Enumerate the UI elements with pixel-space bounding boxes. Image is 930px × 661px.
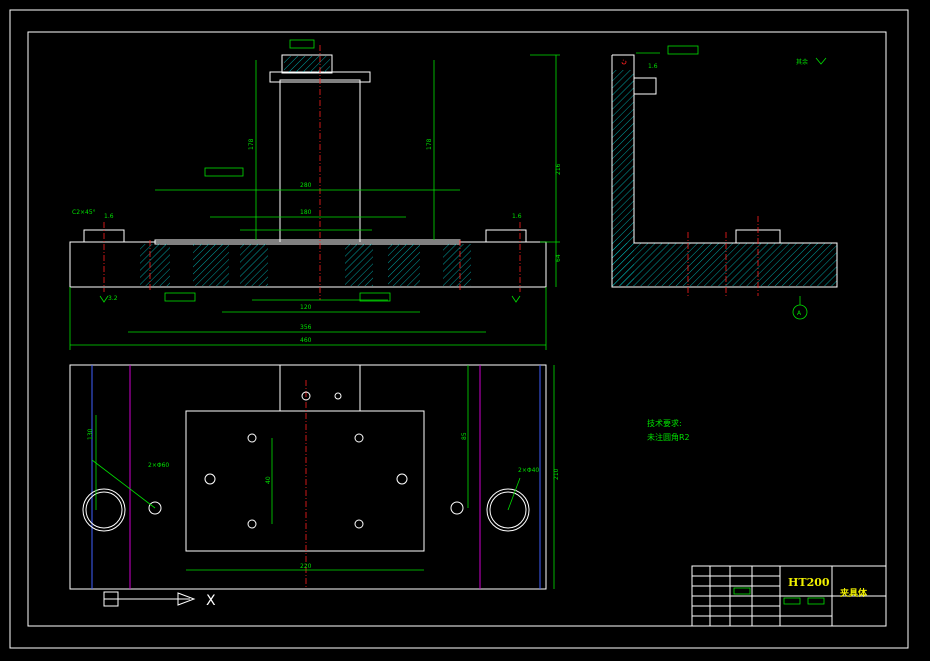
roughness-1: 1.6: [104, 213, 114, 220]
roughness-4: 1.6: [648, 63, 658, 70]
holes-left-note: 2×Φ60: [148, 462, 169, 469]
surface-note: 其余: [796, 58, 808, 66]
side-view: A 其余 1.6: [611, 45, 838, 320]
notes-line1: 未注圆角R2: [647, 432, 690, 442]
drawing-canvas: C2×45° 460 356 280 180 120 216 64 178 17…: [9, 9, 909, 649]
outer-frame: [9, 9, 909, 649]
material-label: HT200: [788, 576, 830, 589]
roughness-3: 3.2: [108, 295, 118, 302]
technical-notes: 技术要求: 未注圆角R2: [647, 418, 690, 442]
dim-178b: 178: [426, 138, 433, 150]
part-name: 夹具体: [840, 587, 868, 599]
dim-220: 220: [300, 563, 312, 570]
dim-40: 40: [265, 476, 272, 484]
dim-356: 356: [300, 324, 312, 331]
dim-120: 120: [300, 304, 312, 311]
notes-heading: 技术要求:: [647, 418, 682, 428]
plan-view: 210 220 130 40 85 2×Φ60 2×Φ40 X: [69, 364, 560, 609]
front-view: C2×45° 460 356 280 180 120 216 64 178 17…: [69, 39, 562, 350]
dim-280: 280: [300, 182, 312, 189]
roughness-2: 1.6: [512, 213, 522, 220]
datum-letter: A: [797, 310, 802, 317]
dim-64: 64: [555, 254, 562, 262]
dim-130: 130: [87, 428, 94, 440]
axis-label-x: X: [206, 593, 216, 609]
dim-180: 180: [300, 209, 312, 216]
dim-210: 210: [553, 468, 560, 480]
dim-216: 216: [555, 163, 562, 175]
dim-178a: 178: [248, 138, 255, 150]
inner-frame: [27, 31, 887, 627]
holes-right-note: 2×Φ40: [518, 467, 539, 474]
dim-460: 460: [300, 337, 312, 344]
title-block: HT200 夹具体: [691, 565, 887, 627]
dim-chamfer: C2×45°: [72, 209, 96, 216]
dim-85: 85: [461, 432, 468, 440]
